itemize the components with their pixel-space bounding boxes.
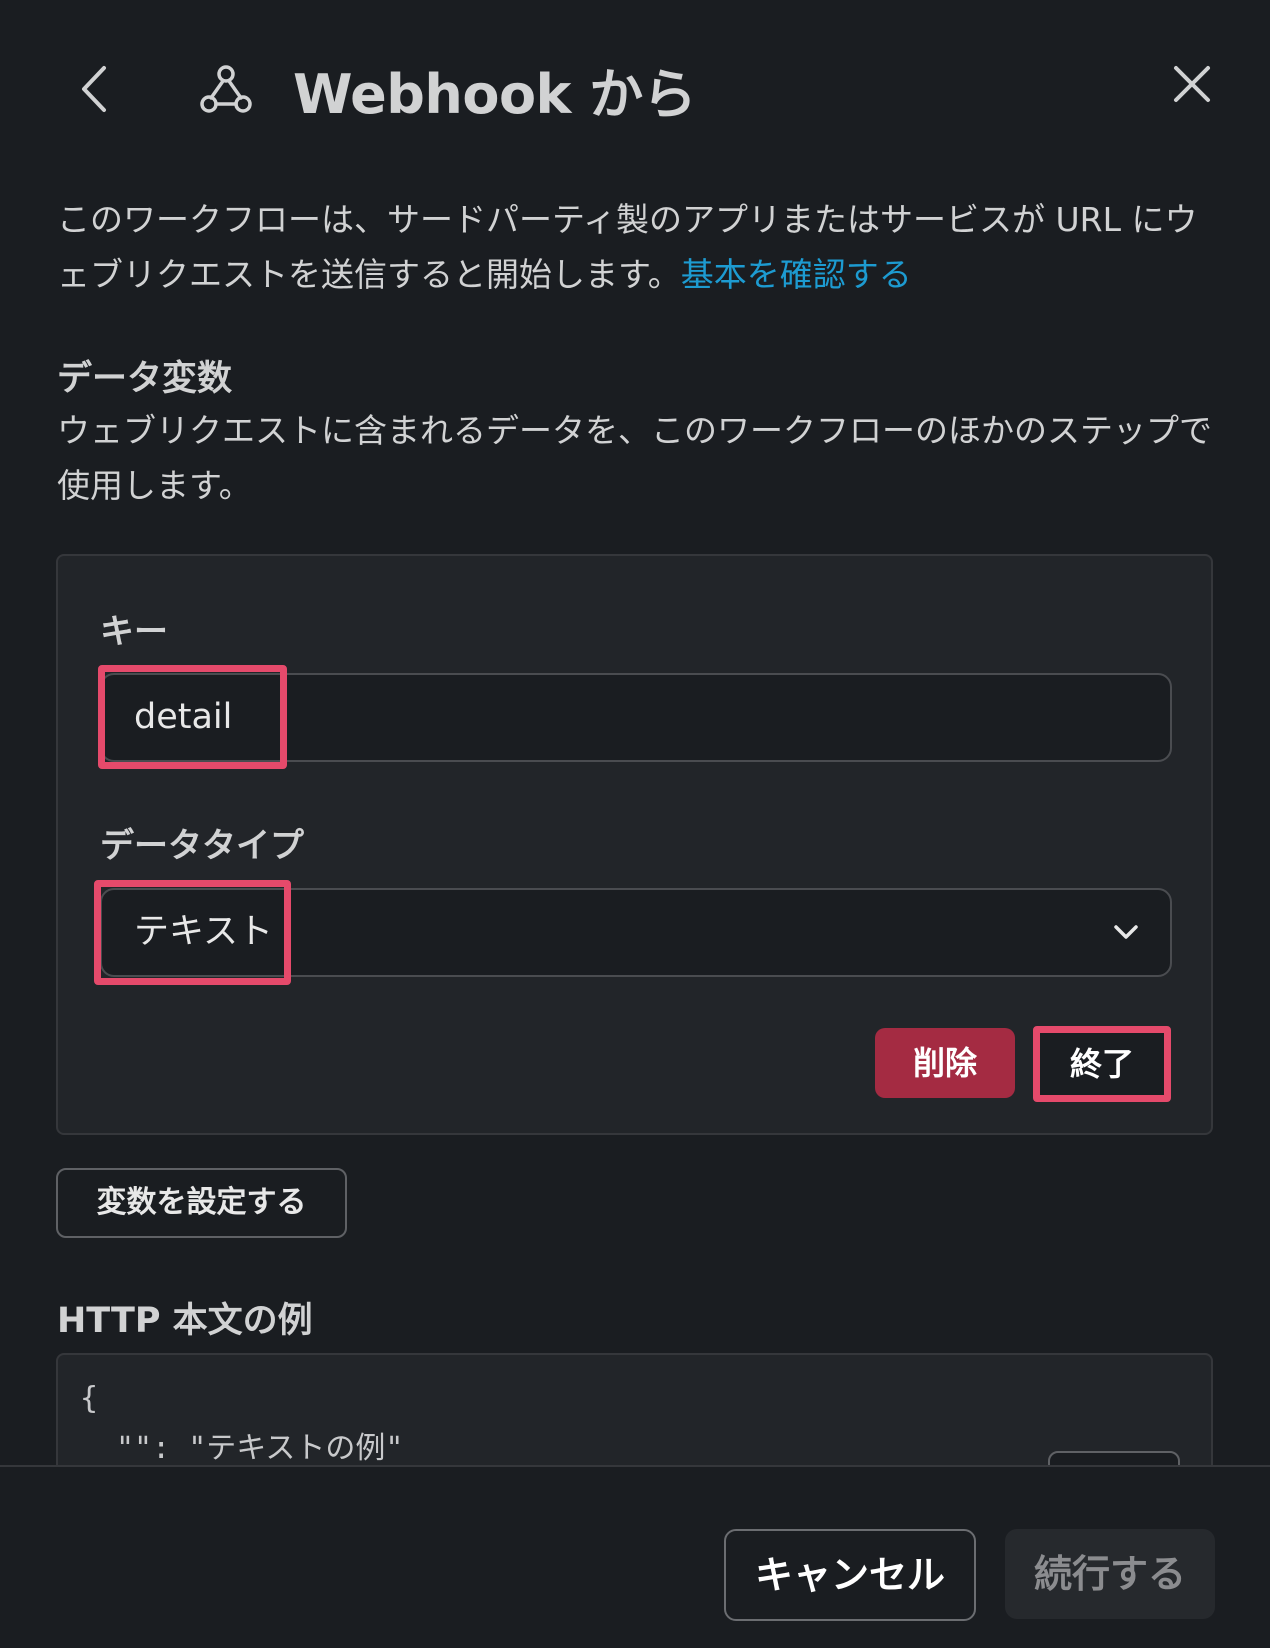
cancel-button[interactable]: キャンセル	[724, 1529, 976, 1621]
variable-editor-card: キー detail データタイプ テキスト 削除 終了	[56, 554, 1213, 1135]
code-line: {	[80, 1381, 99, 1416]
data-type-label: データタイプ	[100, 826, 304, 866]
copy-button[interactable]	[1048, 1451, 1180, 1465]
learn-basics-link[interactable]: 基本を確認する	[681, 255, 912, 294]
intro-text: このワークフローは、サードパーティ製のアプリまたはサービスが URL にウェブリ…	[57, 192, 1217, 302]
modal-body: Webhook から このワークフローは、サードパーティ製のアプリまたはサービス…	[0, 0, 1270, 1465]
intro-description: このワークフローは、サードパーティ製のアプリまたはサービスが URL にウェブリ…	[57, 200, 1198, 294]
modal-footer: キャンセル 続行する	[0, 1465, 1270, 1648]
http-body-example-title: HTTP 本文の例	[57, 1301, 313, 1341]
key-label: キー	[100, 612, 168, 652]
key-input-value: detail	[134, 697, 233, 737]
data-type-select[interactable]: テキスト	[100, 888, 1172, 977]
continue-button[interactable]: 続行する	[1005, 1529, 1215, 1619]
set-variable-button[interactable]: 変数を設定する	[56, 1168, 347, 1238]
key-input[interactable]: detail	[100, 673, 1172, 762]
data-variables-description: ウェブリクエストに含まれるデータを、このワークフローのほかのステップで使用します…	[57, 411, 1212, 505]
code-line: "": "テキストの例"	[116, 1431, 404, 1465]
close-icon	[1174, 66, 1210, 102]
http-body-example: { "": "テキストの例"	[56, 1353, 1213, 1465]
modal-header: Webhook から	[0, 0, 1270, 180]
back-button[interactable]	[72, 58, 124, 120]
data-type-value: テキスト	[134, 912, 273, 952]
webhook-icon	[198, 62, 254, 118]
done-button[interactable]: 終了	[1033, 1026, 1171, 1102]
chevron-left-icon	[82, 66, 106, 112]
chevron-down-icon	[1114, 925, 1138, 939]
delete-button[interactable]: 削除	[875, 1028, 1015, 1098]
close-button[interactable]	[1168, 60, 1216, 108]
modal-title: Webhook から	[293, 63, 697, 126]
data-variables-title: データ変数	[57, 359, 233, 399]
